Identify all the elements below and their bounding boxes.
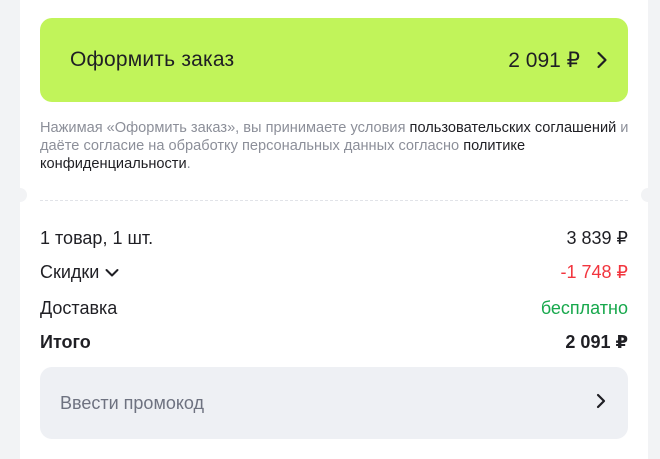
discount-toggle[interactable]: Скидки — [40, 262, 119, 283]
promo-code-placeholder: Ввести промокод — [60, 392, 205, 413]
delivery-label: Доставка — [40, 298, 118, 318]
summary-row-total: Итого 2 091 ₽ — [40, 332, 628, 353]
checkout-button-right: 2 091 ₽ — [508, 48, 608, 73]
checkout-button-label: Оформить заказ — [70, 48, 235, 71]
items-label: 1 товар, 1 шт. — [40, 228, 154, 248]
terms-text-part1: Нажимая «Оформить заказ», вы принимаете … — [40, 120, 410, 136]
delivery-value: бесплатно — [540, 298, 628, 318]
discount-value: -1 748 ₽ — [560, 262, 629, 282]
promo-code-button[interactable]: Ввести промокод — [40, 367, 628, 439]
discount-label: Скидки — [40, 262, 100, 282]
summary-row-items: 1 товар, 1 шт. 3 839 ₽ — [40, 228, 628, 249]
user-agreement-link[interactable]: пользовательских соглашений — [410, 120, 617, 136]
summary-row-delivery: Доставка бесплатно — [40, 298, 628, 319]
terms-text: Нажимая «Оформить заказ», вы принимаете … — [40, 119, 632, 173]
chevron-right-icon — [596, 393, 606, 414]
summary-row-discount: Скидки -1 748 ₽ — [40, 262, 628, 283]
card-notch-left — [13, 188, 27, 202]
total-label: Итого — [40, 332, 91, 352]
checkout-button-price: 2 091 ₽ — [508, 48, 580, 72]
items-value: 3 839 ₽ — [566, 228, 629, 248]
chevron-right-icon — [596, 51, 608, 69]
card-notch-right — [641, 188, 655, 202]
dashed-divider — [40, 200, 628, 201]
chevron-down-icon — [105, 262, 119, 283]
total-value: 2 091 ₽ — [565, 332, 628, 352]
terms-text-part3: . — [186, 156, 191, 172]
checkout-button[interactable]: Оформить заказ 2 091 ₽ — [40, 18, 628, 102]
